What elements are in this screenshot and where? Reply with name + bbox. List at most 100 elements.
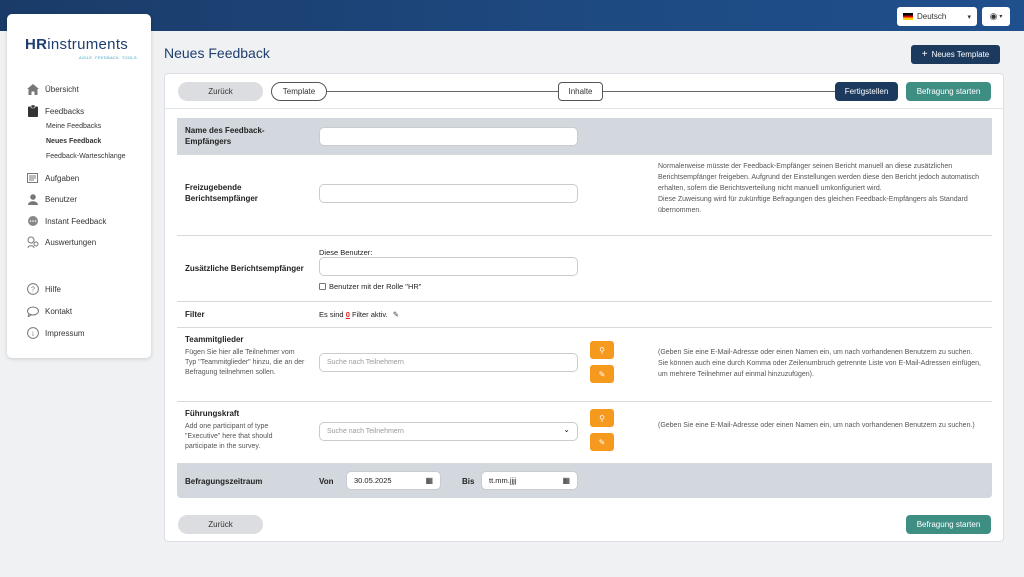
start-survey-button-top[interactable]: Befragung starten xyxy=(906,82,991,101)
share-label: Freizugebende Berichtsempfänger xyxy=(185,183,258,203)
row-filter: Filter Es sind 0 Filter aktiv. ✎ xyxy=(177,302,992,328)
feedback-card: Zurück Template Inhalte Fertigstellen Be… xyxy=(164,73,1005,542)
sidebar-item-benutzer[interactable]: Benutzer xyxy=(26,193,146,205)
lead-note: (Geben Sie eine E-Mail-Adresse oder eine… xyxy=(658,422,975,429)
share-recipients-input[interactable] xyxy=(319,184,578,203)
step-inhalte[interactable]: Inhalte xyxy=(558,82,603,101)
calendar-icon[interactable]: ▦ xyxy=(562,476,570,485)
sidebar-item-instant-feedback[interactable]: Instant Feedback xyxy=(26,215,146,227)
hr-role-checkbox-row[interactable]: Benutzer mit der Rolle "HR" xyxy=(319,282,421,291)
row-recipient: Name des Feedback-Empfängers xyxy=(177,118,992,155)
share-note: Normalerweise müsste der Feedback-Empfän… xyxy=(658,161,983,216)
sidebar-item-label: Hilfe xyxy=(45,284,62,294)
chevron-down-icon: ⌄ xyxy=(563,425,570,434)
sidebar-item-auswertungen[interactable]: Auswertungen xyxy=(26,236,146,248)
lead-placeholder: Suche nach Teilnehmern xyxy=(327,428,404,435)
step-fertigstellen[interactable]: Fertigstellen xyxy=(835,82,898,101)
chevron-down-icon: ▾ xyxy=(967,13,971,21)
info-icon: i xyxy=(26,327,39,339)
back-button-bottom[interactable]: Zurück xyxy=(178,515,263,534)
sidebar-item-label: Auswertungen xyxy=(45,237,97,247)
row-share-recipients: Freizugebende Berichtsempfänger Normaler… xyxy=(177,155,992,236)
start-survey-button-bottom[interactable]: Befragung starten xyxy=(906,515,991,534)
to-date-input[interactable]: tt.mm.jjjj ▦ xyxy=(481,471,578,490)
top-bar: Deutsch ▾ ◉ ▾ xyxy=(0,0,1024,31)
search-team-button[interactable]: ⚲ xyxy=(590,341,614,359)
clipboard-icon xyxy=(26,105,39,117)
user-circle-icon: ◉ xyxy=(989,11,998,21)
language-label: Deutsch xyxy=(917,12,947,21)
calendar-icon[interactable]: ▦ xyxy=(425,476,433,485)
sidebar-item-label: Impressum xyxy=(45,328,85,338)
speech-bubble-icon xyxy=(26,305,39,317)
recipient-label: Name des Feedback-Empfängers xyxy=(185,126,265,146)
pencil-icon[interactable]: ✎ xyxy=(393,310,399,319)
german-flag-icon xyxy=(903,13,913,20)
pencil-icon: ✎ xyxy=(598,369,606,379)
search-lead-button[interactable]: ⚲ xyxy=(590,409,614,427)
analytics-icon xyxy=(26,236,39,248)
pencil-icon: ✎ xyxy=(598,437,606,447)
team-members-desc: Fügen Sie hier alle Teilnehmer vom Typ "… xyxy=(185,349,305,376)
tasks-icon xyxy=(26,172,39,184)
svg-text:i: i xyxy=(32,330,34,338)
row-extra-recipients: Zusätzliche Berichtsempfänger Diese Benu… xyxy=(177,236,992,302)
sidebar-item-label: Instant Feedback xyxy=(45,216,107,226)
chat-icon xyxy=(26,215,39,227)
search-icon: ⚲ xyxy=(599,345,605,355)
step-template[interactable]: Template xyxy=(271,82,327,101)
sidebar-item-impressum[interactable]: i Impressum xyxy=(26,327,146,339)
edit-team-button[interactable]: ✎ xyxy=(590,365,614,383)
sidebar-subitem-meine-feedbacks[interactable]: Meine Feedbacks xyxy=(46,123,101,130)
step-bar: Zurück Template Inhalte Fertigstellen Be… xyxy=(165,74,1005,109)
new-template-button[interactable]: + Neues Template xyxy=(911,45,1000,64)
team-members-note: (Geben Sie eine E-Mail-Adresse oder eine… xyxy=(658,349,981,378)
recipient-input[interactable] xyxy=(319,127,578,146)
logo-text-instruments: instruments xyxy=(47,36,129,53)
sidebar-item-label: Feedbacks xyxy=(45,106,85,116)
filter-text-pre: Es sind xyxy=(319,310,344,319)
step-connector xyxy=(326,91,559,92)
lead-search-select[interactable]: Suche nach Teilnehmern ⌄ xyxy=(319,422,578,441)
language-select[interactable]: Deutsch ▾ xyxy=(897,7,977,26)
logo-tagline: AGILE. FEEDBACK. TOOLS. xyxy=(79,55,139,60)
from-date-input[interactable]: 30.05.2025 ▦ xyxy=(346,471,441,490)
period-label: Befragungszeitraum xyxy=(185,477,263,486)
hr-role-checkbox[interactable] xyxy=(319,283,326,290)
team-members-search-input[interactable]: Suche nach Teilnehmern xyxy=(319,353,578,372)
sidebar-item-feedbacks[interactable]: Feedbacks xyxy=(26,105,146,117)
sidebar-item-kontakt[interactable]: Kontakt xyxy=(26,305,146,317)
sidebar-item-label: Aufgaben xyxy=(45,173,80,183)
sidebar-item-aufgaben[interactable]: Aufgaben xyxy=(26,172,146,184)
step-connector xyxy=(603,91,836,92)
search-icon: ⚲ xyxy=(599,413,605,423)
sidebar-subitem-neues-feedback[interactable]: Neues Feedback xyxy=(46,138,101,145)
row-lead: Führungskraft Add one participant of typ… xyxy=(177,402,992,464)
to-date-value: tt.mm.jjjj xyxy=(489,476,517,485)
from-label: Von xyxy=(319,477,334,486)
share-note-text: Normalerweise müsste der Feedback-Empfän… xyxy=(658,163,980,192)
plus-icon: + xyxy=(921,49,928,60)
filter-count[interactable]: 0 xyxy=(346,310,350,319)
row-team-members: Teammitglieder Fügen Sie hier alle Teiln… xyxy=(177,328,992,402)
these-users-label: Diese Benutzer: xyxy=(319,248,373,257)
filter-label: Filter xyxy=(185,310,205,319)
back-button-top[interactable]: Zurück xyxy=(178,82,263,101)
lead-label: Führungskraft xyxy=(185,409,240,418)
filter-status: Es sind 0 Filter aktiv. ✎ xyxy=(319,310,399,319)
sidebar-item-label: Übersicht xyxy=(45,84,79,94)
share-note-text-2: Diese Zuweisung wird für zukünftige Befr… xyxy=(658,196,968,214)
sidebar-item-label: Benutzer xyxy=(45,194,78,204)
user-menu-button[interactable]: ◉ ▾ xyxy=(982,7,1010,26)
logo-text-hr: HR xyxy=(25,36,48,53)
sidebar-item-uebersicht[interactable]: Übersicht xyxy=(26,83,146,95)
team-members-label: Teammitglieder xyxy=(185,335,244,344)
sidebar-item-hilfe[interactable]: ? Hilfe xyxy=(26,283,146,295)
home-icon xyxy=(26,83,39,95)
sidebar-item-label: Kontakt xyxy=(45,306,73,316)
sidebar-subitem-feedback-warteschlange[interactable]: Feedback-Warteschlange xyxy=(46,153,126,160)
logo[interactable]: HRinstruments AGILE. FEEDBACK. TOOLS. xyxy=(25,36,138,60)
edit-lead-button[interactable]: ✎ xyxy=(590,433,614,451)
extra-recipients-input[interactable] xyxy=(319,257,578,276)
hr-role-label: Benutzer mit der Rolle "HR" xyxy=(329,282,422,291)
